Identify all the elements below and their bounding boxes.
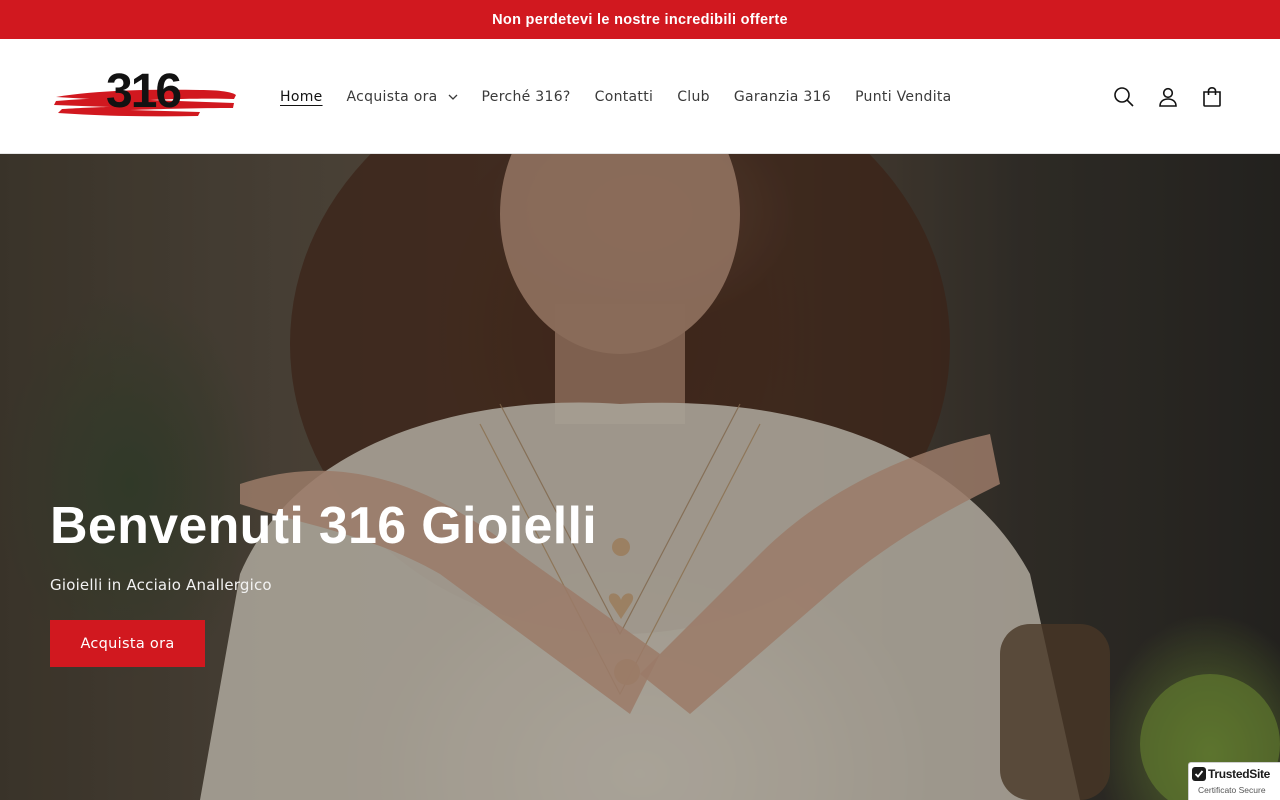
nav-garanzia-316-label: Garanzia 316 bbox=[733, 88, 832, 105]
trustedsite-badge[interactable]: TrustedSite Certificato Secure bbox=[1188, 762, 1280, 800]
nav-punti-vendita-label: Punti Vendita bbox=[855, 88, 952, 105]
nav-acquista-ora-label: Acquista ora bbox=[346, 88, 438, 105]
trustedsite-header: TrustedSite bbox=[1192, 767, 1270, 781]
trustedsite-name: TrustedSite bbox=[1208, 767, 1271, 781]
nav-contatti-label: Contatti bbox=[594, 88, 654, 105]
logo[interactable]: 316 bbox=[50, 63, 240, 125]
account-icon[interactable] bbox=[1156, 85, 1180, 109]
hero-overlay bbox=[0, 154, 1280, 800]
hero-subtitle: Gioielli in Acciaio Anallergico bbox=[50, 576, 272, 594]
hero-banner: Benvenuti 316 Gioielli Gioielli in Accia… bbox=[0, 154, 1280, 800]
nav-perche-316-label: Perché 316? bbox=[481, 88, 571, 105]
check-icon bbox=[1192, 767, 1206, 781]
announcement-text: Non perdetevi le nostre incredibili offe… bbox=[492, 11, 788, 28]
logo-text: 316 bbox=[106, 65, 180, 118]
search-icon[interactable] bbox=[1112, 85, 1136, 109]
nav-garanzia-316[interactable]: Garanzia 316 bbox=[734, 89, 831, 105]
nav-punti-vendita[interactable]: Punti Vendita bbox=[855, 89, 952, 105]
nav-contatti[interactable]: Contatti bbox=[595, 89, 654, 105]
nav-home[interactable]: Home bbox=[280, 89, 323, 105]
nav-acquista-ora[interactable]: Acquista ora bbox=[347, 89, 458, 105]
cart-icon[interactable] bbox=[1200, 85, 1224, 109]
hero-cta-button[interactable]: Acquista ora bbox=[50, 620, 205, 667]
chevron-down-icon bbox=[448, 94, 458, 100]
trustedsite-subtext: Certificato Secure bbox=[1198, 785, 1266, 795]
header-icons bbox=[1092, 39, 1224, 154]
nav-home-label: Home bbox=[280, 88, 323, 105]
logo-brush-mark: 316 bbox=[54, 65, 236, 118]
site-header: 316 Home Acquista ora Perché 316? Contat… bbox=[0, 39, 1280, 154]
nav-club-label: Club bbox=[677, 88, 710, 105]
hero-title: Benvenuti 316 Gioielli bbox=[50, 497, 597, 555]
nav-club[interactable]: Club bbox=[677, 89, 710, 105]
nav-perche-316[interactable]: Perché 316? bbox=[482, 89, 571, 105]
announcement-bar: Non perdetevi le nostre incredibili offe… bbox=[0, 0, 1280, 39]
main-nav: Home Acquista ora Perché 316? Contatti C… bbox=[280, 39, 976, 154]
